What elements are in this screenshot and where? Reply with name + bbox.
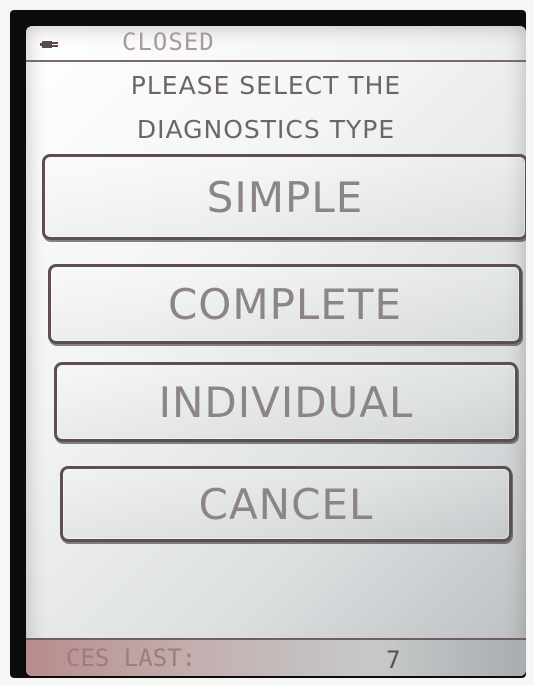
complete-button[interactable]: COMPLETE xyxy=(48,264,522,344)
plug-icon xyxy=(40,36,62,50)
individual-button[interactable]: INDIVIDUAL xyxy=(54,362,518,442)
footer-bar: CES LAST: 7 xyxy=(26,638,526,676)
complete-button-label: COMPLETE xyxy=(167,279,403,329)
prompt-line-1: PLEASE SELECT THE xyxy=(130,71,402,100)
device-bezel: CLOSED PLEASE SELECT THE DIAGNOSTICS TYP… xyxy=(10,10,526,678)
prompt-text: PLEASE SELECT THE DIAGNOSTICS TYPE xyxy=(26,64,506,152)
simple-button[interactable]: SIMPLE xyxy=(42,154,526,240)
lcd-screen: CLOSED PLEASE SELECT THE DIAGNOSTICS TYP… xyxy=(26,26,526,676)
photo-background: CLOSED PLEASE SELECT THE DIAGNOSTICS TYP… xyxy=(0,0,534,685)
status-text: CLOSED xyxy=(122,28,215,56)
cancel-button-label: CANCEL xyxy=(198,479,374,529)
footer-label: CES LAST: xyxy=(66,644,197,672)
individual-button-label: INDIVIDUAL xyxy=(158,377,414,427)
footer-value: 7 xyxy=(386,646,401,674)
prompt-line-2: DIAGNOSTICS TYPE xyxy=(136,115,396,144)
simple-button-label: SIMPLE xyxy=(206,172,364,222)
status-bar: CLOSED xyxy=(26,26,526,62)
cancel-button[interactable]: CANCEL xyxy=(60,466,512,542)
